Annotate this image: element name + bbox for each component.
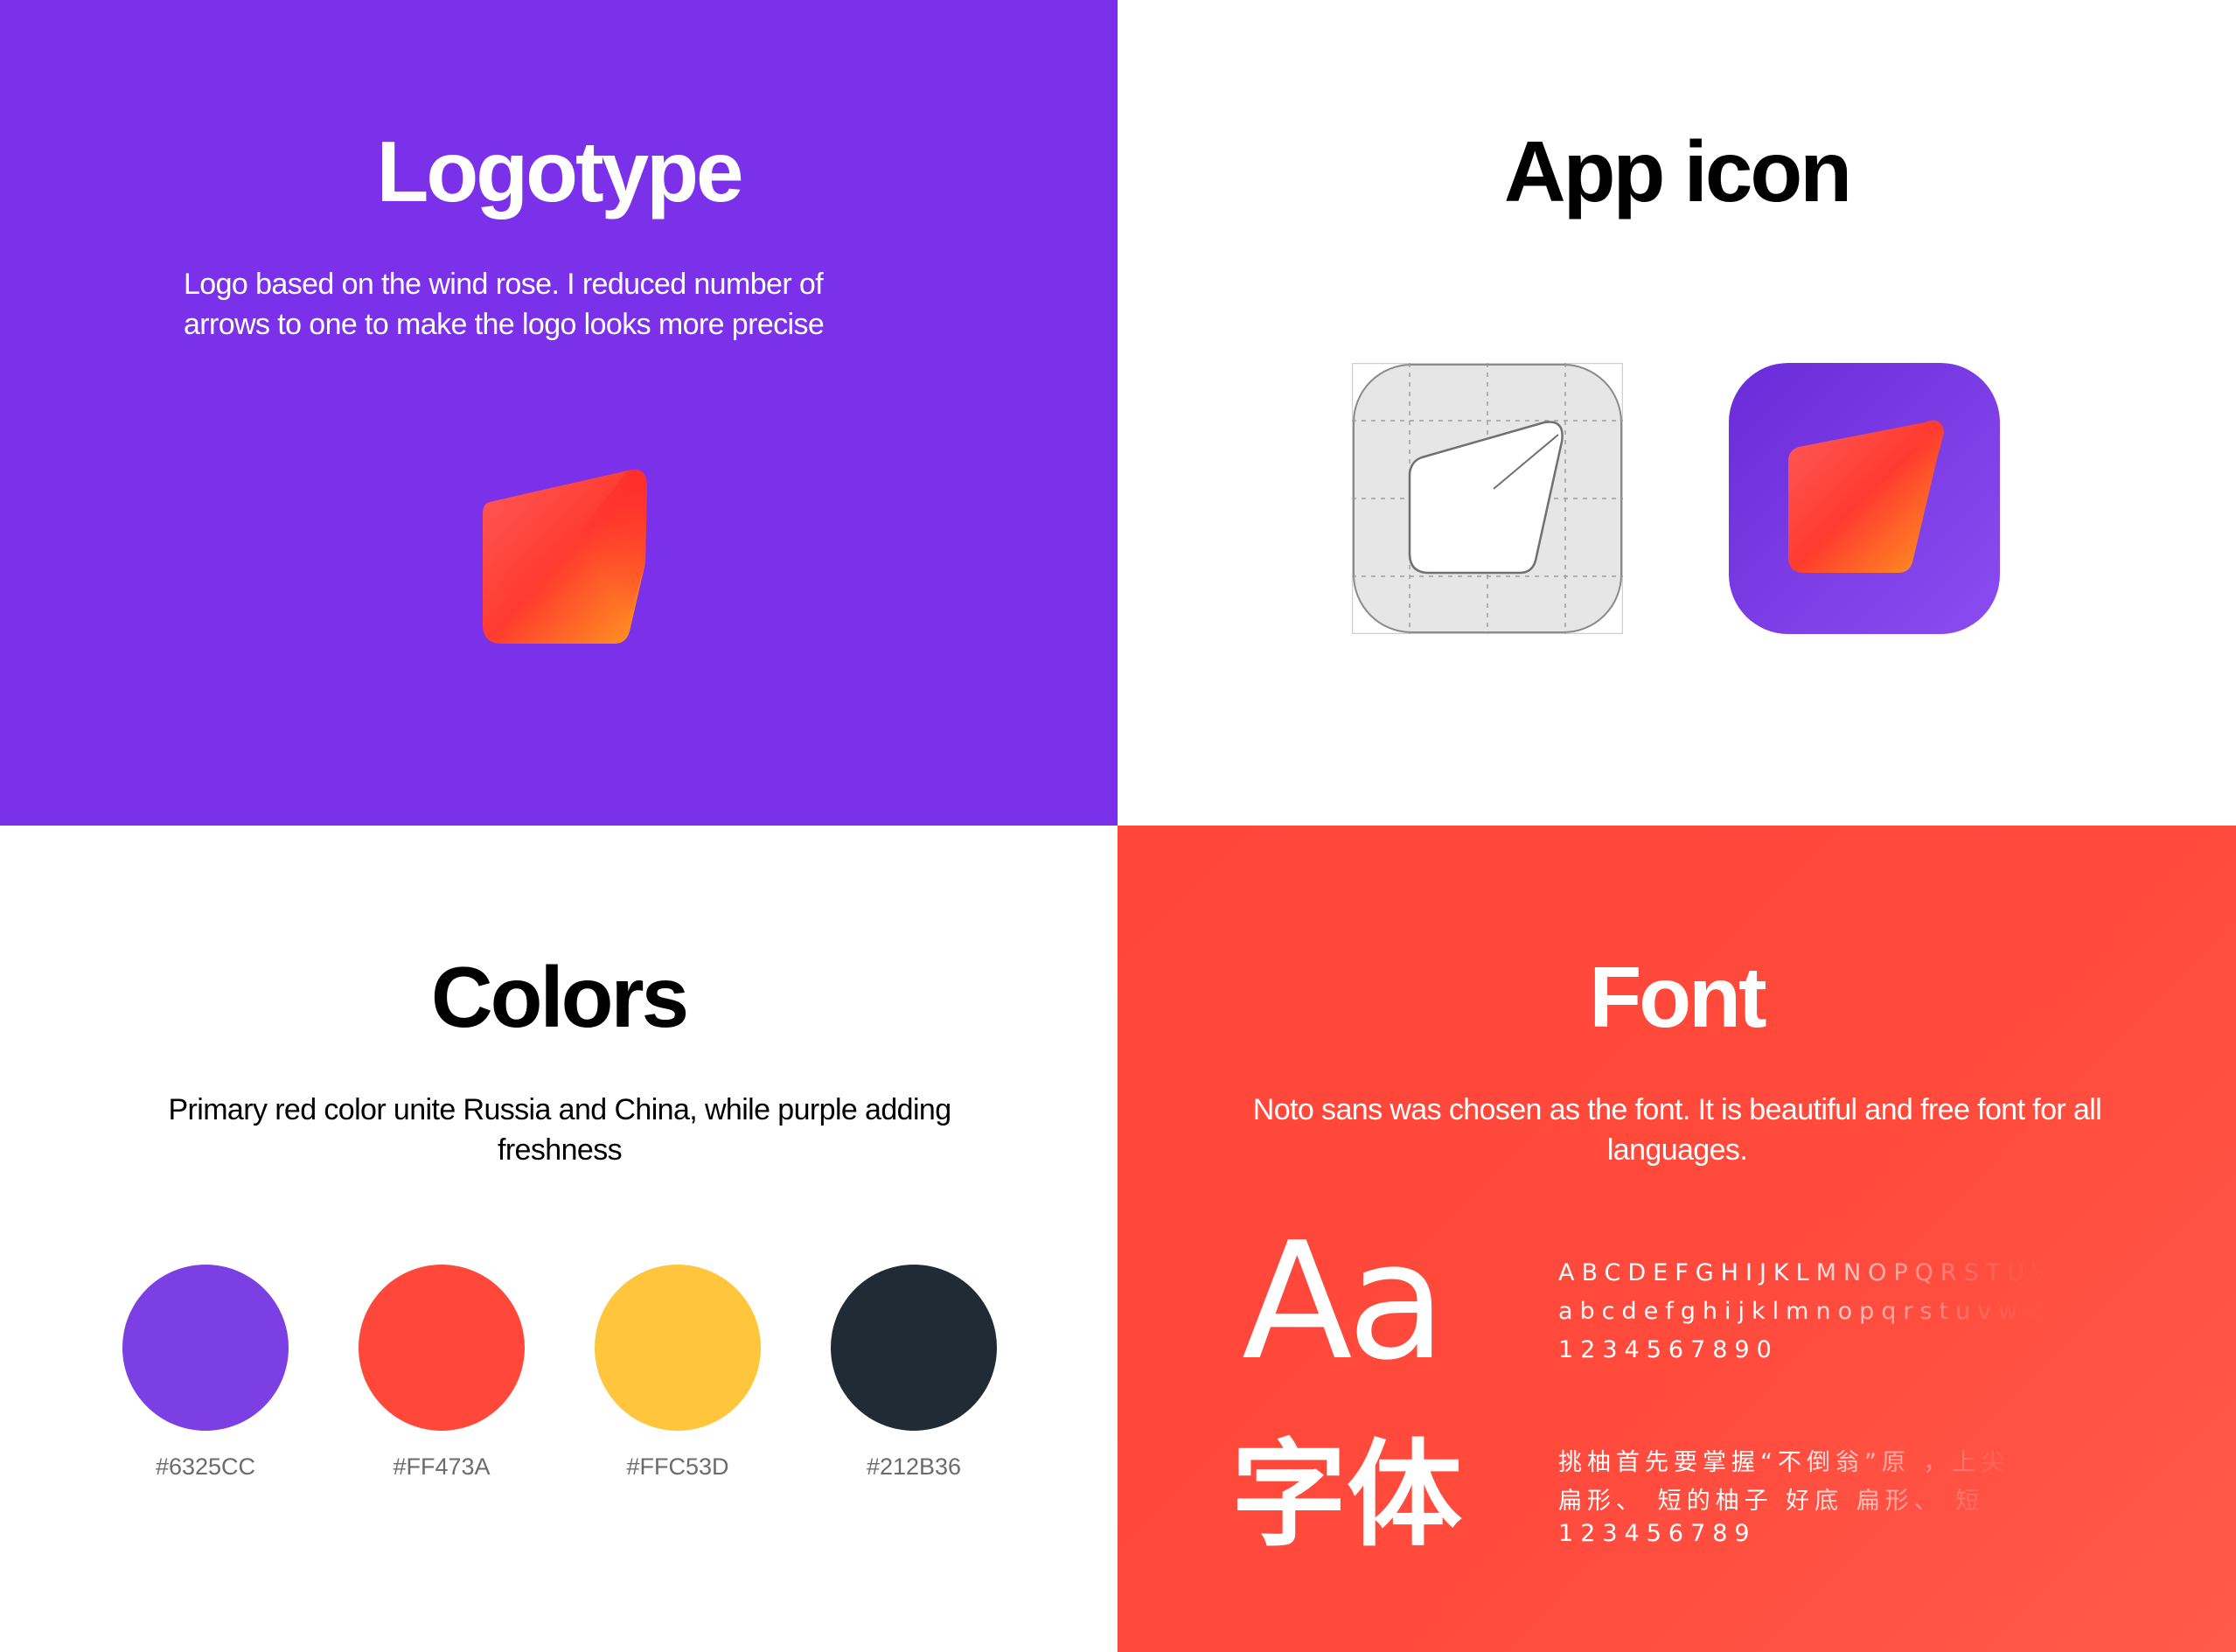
cjk-row-1: 挑柚首先要掌握“不倒翁”原 ，上尖 [1558, 1449, 2010, 1476]
swatch-yellow [595, 1265, 761, 1431]
colors-title: Colors [430, 949, 689, 1045]
font-panel: Font Noto sans was chosen as the font. I… [1118, 826, 2236, 1652]
swatch-label-dark: #212B36 [866, 1453, 962, 1480]
cjk-specimen: 字体 [1231, 1428, 1462, 1563]
app-icon-panel: App icon [1118, 0, 2236, 826]
logotype-panel: Logotype Logo based on the wind rose. I … [0, 0, 1118, 826]
logotype-description: Logo based on the wind rose. I reduced n… [184, 268, 825, 341]
swatch-label-red: #FF473A [393, 1453, 491, 1480]
latin-digits-row: 1234567890 [1558, 1336, 1779, 1363]
app-icon-title: App icon [1503, 123, 1852, 220]
cjk-row-2: 扁形、 短的柚子 好底 扁形、 短 [1558, 1488, 1985, 1515]
swatch-dark [831, 1265, 997, 1431]
cjk-digits-row: 123456789 [1558, 1520, 1757, 1547]
latin-uppercase-row: ABCDEFGHIJKLMNOPQRSTUVW [1558, 1259, 2048, 1286]
swatch-purple [122, 1265, 289, 1431]
wind-rose-logo-icon [483, 469, 647, 644]
font-title: Font [1589, 949, 1766, 1045]
font-description: Noto sans was chosen as the font. It is … [1252, 1093, 2102, 1167]
app-icon-grid-icon [1352, 363, 1623, 634]
swatch-label-purple: #6325CC [155, 1453, 256, 1480]
logotype-title: Logotype [376, 123, 744, 220]
swatch-red [359, 1265, 525, 1431]
app-icon-purple-icon [1729, 363, 2000, 634]
latin-specimen: Aa [1242, 1207, 1446, 1396]
colors-description: Primary red color unite Russia and China… [168, 1093, 951, 1167]
swatch-label-yellow: #FFC53D [626, 1453, 729, 1480]
colors-panel: Colors Primary red color unite Russia an… [0, 826, 1118, 1652]
latin-lowercase-row: abcdefghijklmnopqrstuvwxyz [1558, 1298, 2048, 1325]
